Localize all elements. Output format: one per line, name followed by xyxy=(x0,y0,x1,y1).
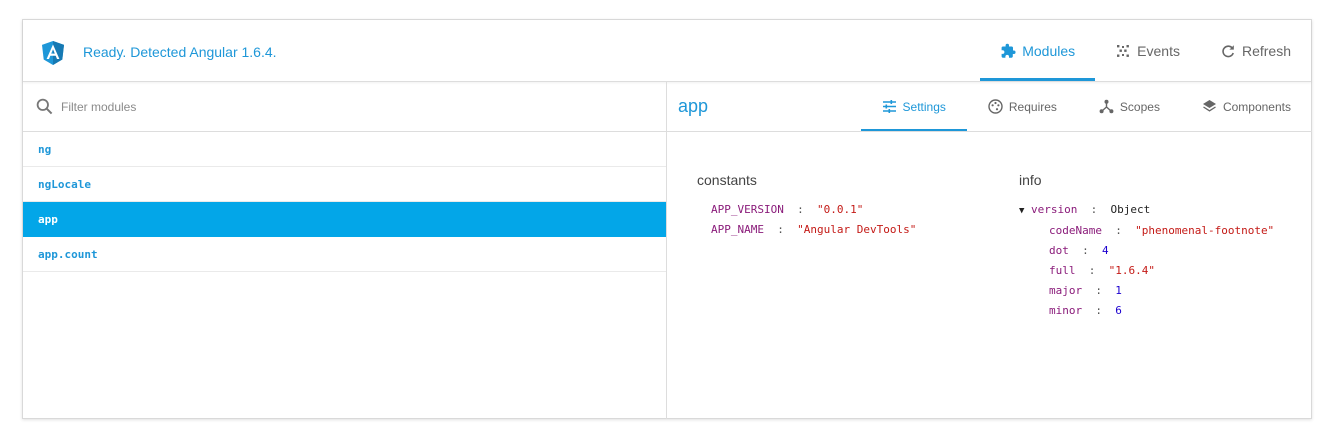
info-heading: info xyxy=(1019,172,1042,188)
detail-tabs: Settings Requires Scopes Components xyxy=(860,82,1312,131)
constant-value: "Angular DevTools" xyxy=(797,223,917,236)
module-item-app[interactable]: app xyxy=(23,202,666,237)
module-list: ng ngLocale app app.count xyxy=(23,132,666,272)
tab-components[interactable]: Components xyxy=(1181,82,1312,131)
tab-requires-label: Requires xyxy=(1008,99,1057,114)
nav-modules[interactable]: Modules xyxy=(980,20,1096,81)
info-tree: ▼ version : Object codeName : "phenomena… xyxy=(1019,200,1274,321)
refresh-icon xyxy=(1222,44,1234,57)
info-row: full : "1.6.4" xyxy=(1049,264,1155,277)
info-row: major : 1 xyxy=(1049,284,1122,297)
info-key: dot xyxy=(1049,244,1069,257)
constant-row: APP_VERSION : "0.0.1" xyxy=(711,203,864,216)
info-value: "1.6.4" xyxy=(1108,264,1155,277)
module-detail-pane: app Settings Requires Scopes Components … xyxy=(667,82,1312,419)
events-icon xyxy=(1117,44,1130,57)
palette-icon xyxy=(988,99,1003,114)
tab-settings[interactable]: Settings xyxy=(860,82,968,131)
sliders-icon xyxy=(882,100,896,113)
info-value: "phenomenal-footnote" xyxy=(1135,224,1275,237)
nav-refresh[interactable]: Refresh xyxy=(1200,20,1311,81)
constants-list: APP_VERSION : "0.0.1" APP_NAME : "Angula… xyxy=(711,200,916,240)
nav-events-label: Events xyxy=(1137,42,1180,59)
modules-pane: ng ngLocale app app.count xyxy=(23,82,667,419)
info-row: dot : 4 xyxy=(1049,244,1109,257)
module-item-ng[interactable]: ng xyxy=(23,132,666,167)
info-row: minor : 6 xyxy=(1049,304,1122,317)
top-bar: Ready. Detected Angular 1.6.4. Modules E… xyxy=(23,20,1311,82)
info-root-key: version xyxy=(1031,203,1078,216)
tab-components-label: Components xyxy=(1222,99,1291,114)
constant-key: APP_NAME xyxy=(711,223,764,236)
search-icon xyxy=(36,98,53,115)
layers-icon xyxy=(1202,100,1216,112)
info-value: 6 xyxy=(1115,304,1122,317)
constant-value: "0.0.1" xyxy=(816,203,864,216)
module-item-nglocale[interactable]: ngLocale xyxy=(23,167,666,202)
constants-heading: constants xyxy=(697,172,757,188)
module-item-app-count[interactable]: app.count xyxy=(23,237,666,272)
search-bar xyxy=(23,82,666,132)
tab-scopes-label: Scopes xyxy=(1119,99,1160,114)
detail-title: app xyxy=(678,96,709,116)
constant-row: APP_NAME : "Angular DevTools" xyxy=(711,223,917,236)
info-key: major xyxy=(1049,284,1083,297)
tab-settings-label: Settings xyxy=(902,99,946,114)
puzzle-icon xyxy=(1001,43,1016,58)
info-key: minor xyxy=(1049,304,1083,317)
angular-logo-icon xyxy=(42,41,64,65)
constant-key: APP_VERSION xyxy=(711,203,784,216)
tab-requires[interactable]: Requires xyxy=(967,82,1078,131)
info-key: codeName xyxy=(1049,224,1102,237)
tree-icon xyxy=(1099,99,1114,114)
info-value: 4 xyxy=(1102,244,1109,257)
tab-scopes[interactable]: Scopes xyxy=(1078,82,1181,131)
info-value: 1 xyxy=(1115,284,1122,297)
filter-modules-input[interactable] xyxy=(61,94,641,120)
info-root-type: Object xyxy=(1110,203,1151,216)
info-row: codeName : "phenomenal-footnote" xyxy=(1049,224,1275,237)
main-nav: Modules Events Refresh xyxy=(980,20,1311,81)
detail-header: app Settings Requires Scopes Components xyxy=(667,82,1312,132)
devtools-window: Ready. Detected Angular 1.6.4. Modules E… xyxy=(22,19,1312,419)
info-root-row[interactable]: ▼ version : Object xyxy=(1019,200,1274,221)
info-key: full xyxy=(1049,264,1076,277)
nav-events[interactable]: Events xyxy=(1095,20,1200,81)
status-text: Ready. Detected Angular 1.6.4. xyxy=(83,44,277,60)
nav-refresh-label: Refresh xyxy=(1241,42,1291,59)
nav-modules-label: Modules xyxy=(1022,42,1076,59)
expand-triangle-icon[interactable]: ▼ xyxy=(1019,206,1024,216)
